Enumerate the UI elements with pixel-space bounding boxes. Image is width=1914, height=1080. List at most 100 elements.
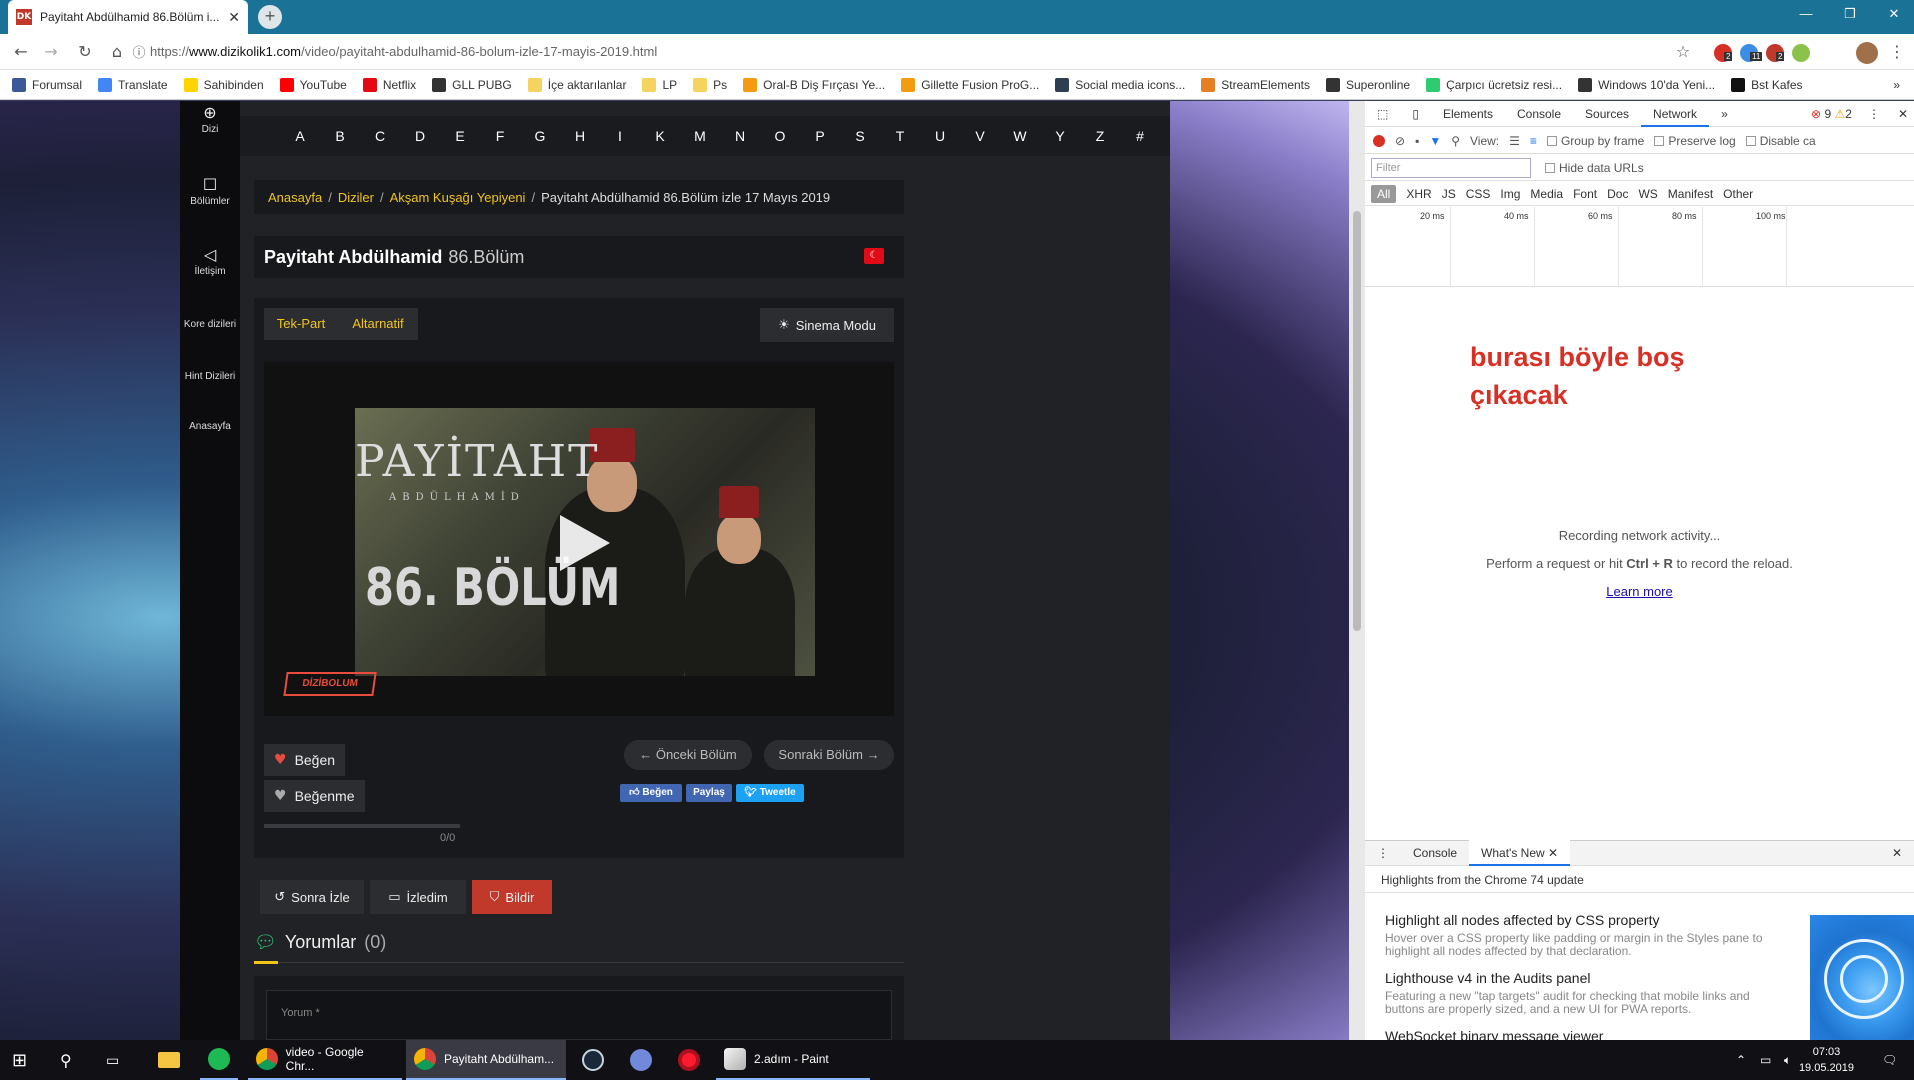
watch-later-button[interactable]: ↺ Sonra İzle — [260, 880, 364, 914]
source-tab-tekpart[interactable]: Tek-Part — [264, 308, 338, 340]
disable-cache-checkbox[interactable]: Disable ca — [1745, 134, 1816, 148]
scrollbar-thumb[interactable] — [1353, 211, 1361, 631]
facebook-share-button[interactable]: Paylaş — [686, 784, 732, 802]
alphabet-letter[interactable]: M — [680, 128, 720, 144]
opera-icon[interactable] — [670, 1040, 708, 1080]
back-icon[interactable]: ← — [10, 42, 32, 62]
alphabet-letter[interactable]: K — [640, 128, 680, 144]
alphabet-letter[interactable]: V — [960, 128, 1000, 144]
devtools-close-icon[interactable]: ✕ — [1892, 101, 1914, 127]
bookmark-item[interactable]: GLL PUBG — [432, 77, 512, 92]
bookmark-item[interactable]: YouTube — [279, 77, 347, 92]
device-toggle-icon[interactable]: ▯ — [1400, 101, 1431, 127]
breadcrumb-link-home[interactable]: Anasayfa — [268, 190, 322, 205]
info-icon[interactable]: ⓘ — [128, 42, 150, 62]
inspect-icon[interactable]: ⬚ — [1365, 101, 1400, 127]
sidebar-item-kore[interactable]: Kore dizileri — [180, 319, 240, 330]
filter-input[interactable]: Filter — [1371, 157, 1531, 178]
bookmark-item[interactable]: Ps — [693, 77, 727, 92]
hide-data-urls-checkbox[interactable]: Hide data URLs — [1545, 161, 1644, 175]
type-filter-all[interactable]: All — [1371, 184, 1397, 203]
type-filter-xhr[interactable]: XHR — [1406, 187, 1431, 201]
learn-more-link[interactable]: Learn more — [1606, 584, 1672, 599]
filter-icon[interactable]: ▼ — [1429, 134, 1441, 148]
alphabet-letter[interactable]: B — [320, 128, 360, 144]
tab-network[interactable]: Network — [1641, 101, 1710, 127]
search-icon[interactable]: ⚲ — [1451, 134, 1460, 148]
alphabet-letter[interactable]: A — [280, 128, 320, 144]
sidebar-item-hint[interactable]: Hint Dizileri — [180, 371, 240, 382]
file-explorer-icon[interactable] — [150, 1040, 188, 1080]
search-icon[interactable]: ⚲ — [52, 1040, 80, 1080]
sidebar-item-anasayfa[interactable]: Anasayfa — [180, 421, 240, 432]
tab-sources[interactable]: Sources — [1573, 101, 1641, 127]
type-filter-media[interactable]: Media — [1530, 187, 1563, 201]
reload-icon[interactable]: ↻ — [74, 42, 96, 62]
alphabet-letter[interactable]: I — [600, 128, 640, 144]
alphabet-letter[interactable]: P — [800, 128, 840, 144]
preserve-log-checkbox[interactable]: Preserve log — [1654, 134, 1736, 148]
extension-abp-icon[interactable]: 2 — [1766, 44, 1785, 62]
type-filter-img[interactable]: Img — [1500, 187, 1520, 201]
breadcrumb-link-series[interactable]: Diziler — [338, 190, 374, 205]
news-item[interactable]: Highlight all nodes affected by CSS prop… — [1385, 912, 1785, 958]
tab-console[interactable]: Console — [1505, 101, 1573, 127]
bookmark-item[interactable]: İçe aktarılanlar — [527, 77, 626, 92]
source-tab-alternatif[interactable]: Altarnatif — [338, 308, 418, 340]
bookmark-item[interactable]: Oral-B Diş Fırçası Ye... — [743, 77, 885, 92]
bookmark-item[interactable]: Çarpıcı ücretsiz resi... — [1426, 77, 1562, 92]
error-count[interactable]: ⊗ 9 ⚠2 — [1811, 107, 1856, 121]
cinema-mode-button[interactable]: ☀ Sinema Modu — [760, 308, 894, 342]
tab-elements[interactable]: Elements — [1431, 101, 1505, 127]
alphabet-letter[interactable]: E — [440, 128, 480, 144]
group-by-frame-checkbox[interactable]: Group by frame — [1546, 134, 1644, 148]
profile-avatar[interactable] — [1856, 42, 1878, 64]
report-button[interactable]: ⛉ Bildir — [472, 880, 552, 914]
alphabet-letter[interactable]: O — [760, 128, 800, 144]
record-icon[interactable] — [1373, 134, 1385, 147]
system-clock[interactable]: 07:03 19.05.2019 — [1799, 1044, 1854, 1076]
discord-icon[interactable] — [622, 1040, 660, 1080]
news-item[interactable]: WebSocket binary message viewer — [1385, 1028, 1785, 1040]
type-filter-doc[interactable]: Doc — [1607, 187, 1628, 201]
tray-chevron-icon[interactable]: ⌃ — [1728, 1040, 1754, 1080]
dislike-button[interactable]: ♥ Beğenme — [264, 780, 365, 812]
alphabet-letter[interactable]: U — [920, 128, 960, 144]
drawer-close-icon[interactable]: ✕ — [1880, 846, 1914, 860]
drawer-tab-whats-new[interactable]: What's New ✕ — [1469, 840, 1571, 866]
extension-opera-icon[interactable]: 2 — [1714, 44, 1733, 62]
restore-icon[interactable]: ❐ — [1830, 6, 1870, 26]
clear-icon[interactable]: ⊘ — [1395, 134, 1405, 148]
type-filter-ws[interactable]: WS — [1638, 187, 1657, 201]
extension-green-icon[interactable] — [1792, 44, 1810, 62]
extension-blue-icon[interactable]: 11 — [1740, 44, 1763, 62]
sidebar-item-dizi[interactable]: ⊕ Dizi — [180, 103, 240, 135]
close-icon[interactable]: ✕ — [1548, 846, 1558, 860]
start-icon[interactable]: ⊞ — [4, 1040, 35, 1080]
list-view-icon[interactable]: ☰ — [1509, 134, 1520, 148]
type-filter-font[interactable]: Font — [1573, 187, 1597, 201]
comment-input[interactable]: Yorum * — [266, 990, 892, 1040]
tab-more[interactable]: » — [1709, 101, 1740, 127]
sidebar-item-bolumler[interactable]: ☐ Bölümler — [180, 175, 240, 207]
alphabet-letter[interactable]: S — [840, 128, 880, 144]
page-scrollbar[interactable] — [1349, 101, 1365, 1040]
bookmark-item[interactable]: Translate — [98, 77, 168, 92]
bookmark-star-icon[interactable]: ☆ — [1672, 42, 1694, 62]
task-view-icon[interactable]: ▭ — [98, 1040, 127, 1080]
bookmark-item[interactable]: Forumsal — [12, 77, 82, 92]
steam-icon[interactable] — [574, 1040, 612, 1080]
url-field[interactable]: https://www.dizikolik1.com/video/payitah… — [150, 40, 1670, 64]
type-filter-manifest[interactable]: Manifest — [1668, 187, 1713, 201]
camera-icon[interactable]: ▪ — [1415, 134, 1419, 148]
next-episode-button[interactable]: Sonraki Bölüm → — [764, 740, 894, 770]
tweet-button[interactable]: 🐦︎ Tweetle — [736, 784, 804, 802]
taskbar-item-chrome-payitaht[interactable]: Payitaht Abdülham... — [406, 1040, 566, 1080]
prev-episode-button[interactable]: ← Önceki Bölüm — [624, 740, 752, 770]
menu-kebab-icon[interactable]: ⋮ — [1886, 42, 1908, 62]
alphabet-letter[interactable]: N — [720, 128, 760, 144]
new-tab-button[interactable]: + — [258, 5, 282, 29]
waterfall-view-icon[interactable]: ≡ — [1530, 134, 1537, 148]
alphabet-letter[interactable]: W — [1000, 128, 1040, 144]
news-item[interactable]: Lighthouse v4 in the Audits panel Featuri… — [1385, 970, 1785, 1016]
